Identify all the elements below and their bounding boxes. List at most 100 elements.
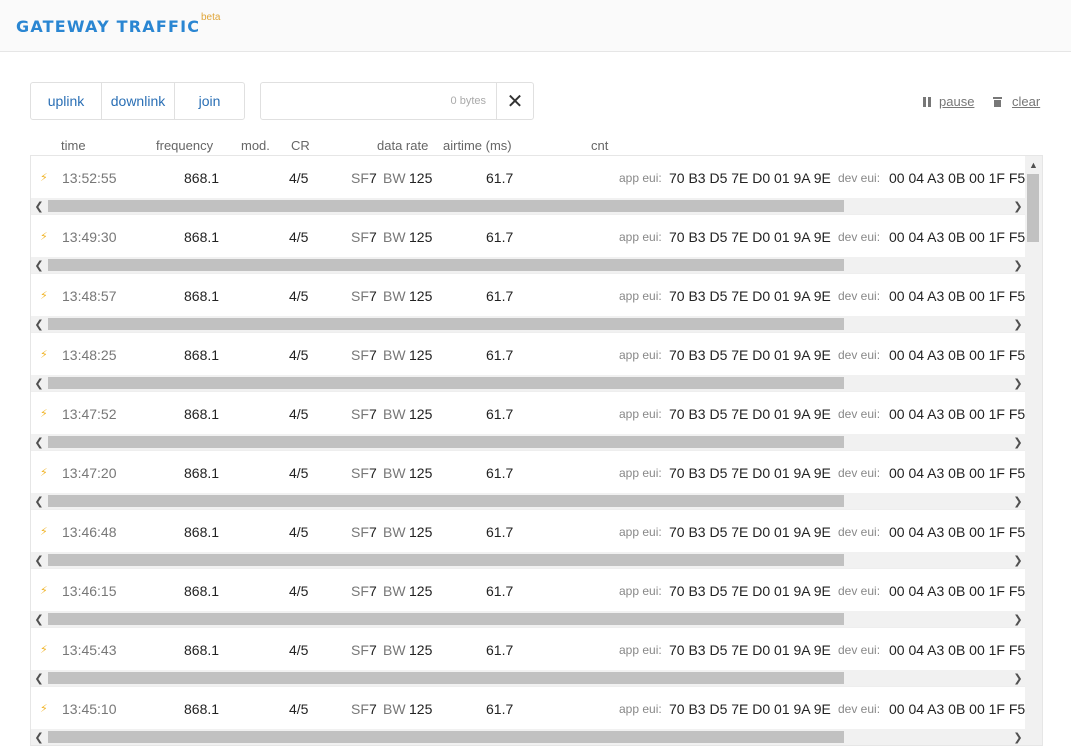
table-row[interactable]: ⚡ 13:48:25 868.1 4/5 SF 7 BW 125 61.7 ap… [31, 333, 1026, 392]
table-row[interactable]: ⚡ 13:45:43 868.1 4/5 SF 7 BW 125 61.7 ap… [31, 628, 1026, 687]
row-cr: 4/5 [289, 642, 309, 658]
horizontal-scroll-thumb[interactable] [48, 259, 844, 271]
row-dev-eui-label: dev eui: [838, 466, 881, 480]
scroll-left-icon[interactable]: ❮ [31, 198, 47, 214]
horizontal-scroll-thumb[interactable] [48, 495, 844, 507]
pause-icon [923, 96, 931, 107]
lightning-bolt-icon: ⚡ [40, 703, 48, 715]
scroll-right-icon[interactable]: ❯ [1010, 434, 1026, 450]
vertical-scroll-thumb[interactable] [1027, 174, 1039, 242]
row-sf-value: 7 [369, 170, 377, 186]
table-row[interactable]: ⚡ 13:47:52 868.1 4/5 SF 7 BW 125 61.7 ap… [31, 392, 1026, 451]
row-time: 13:47:20 [62, 465, 117, 481]
horizontal-scroll-thumb[interactable] [48, 672, 844, 684]
row-time: 13:45:43 [62, 642, 117, 658]
scroll-left-icon[interactable]: ❮ [31, 493, 47, 509]
horizontal-scrollbar[interactable]: ❮ ❯ [31, 611, 1026, 627]
row-airtime: 61.7 [486, 288, 514, 304]
row-bw-value: 125 [409, 465, 433, 481]
scroll-right-icon[interactable]: ❯ [1010, 375, 1026, 391]
row-sf-value: 7 [369, 524, 377, 540]
traffic-table: ⚡ 13:52:55 868.1 4/5 SF 7 BW 125 61.7 ap… [30, 155, 1043, 746]
close-icon[interactable]: ✕ [496, 83, 533, 119]
row-cr: 4/5 [289, 583, 309, 599]
row-dev-eui-label: dev eui: [838, 702, 881, 716]
traffic-rows: ⚡ 13:52:55 868.1 4/5 SF 7 BW 125 61.7 ap… [31, 156, 1026, 745]
row-bw-value: 125 [409, 170, 433, 186]
scroll-left-icon[interactable]: ❮ [31, 316, 47, 332]
row-bw-value: 125 [409, 229, 433, 245]
row-sf-label: SF [351, 229, 369, 245]
horizontal-scrollbar[interactable]: ❮ ❯ [31, 729, 1026, 745]
table-row[interactable]: ⚡ 13:52:55 868.1 4/5 SF 7 BW 125 61.7 ap… [31, 156, 1026, 215]
filter-join-button[interactable]: join [175, 83, 244, 119]
horizontal-scrollbar[interactable]: ❮ ❯ [31, 257, 1026, 273]
row-dev-eui-label: dev eui: [838, 171, 881, 185]
scroll-left-icon[interactable]: ❮ [31, 729, 47, 745]
table-row[interactable]: ⚡ 13:45:10 868.1 4/5 SF 7 BW 125 61.7 ap… [31, 687, 1026, 745]
table-row[interactable]: ⚡ 13:46:15 868.1 4/5 SF 7 BW 125 61.7 ap… [31, 569, 1026, 628]
row-cr: 4/5 [289, 170, 309, 186]
row-airtime: 61.7 [486, 465, 514, 481]
scroll-right-icon[interactable]: ❯ [1010, 611, 1026, 627]
row-dev-eui: 00 04 A3 0B 00 1F F5 [889, 288, 1026, 304]
pause-button[interactable]: pause [923, 94, 974, 109]
scroll-right-icon[interactable]: ❯ [1010, 198, 1026, 214]
scroll-left-icon[interactable]: ❮ [31, 257, 47, 273]
row-frequency: 868.1 [184, 170, 220, 186]
horizontal-scroll-thumb[interactable] [48, 554, 844, 566]
traffic-search-box[interactable]: 0 bytes ✕ [260, 82, 534, 120]
row-frequency: 868.1 [184, 465, 220, 481]
horizontal-scrollbar[interactable]: ❮ ❯ [31, 670, 1026, 686]
horizontal-scrollbar[interactable]: ❮ ❯ [31, 434, 1026, 450]
scroll-right-icon[interactable]: ❯ [1010, 670, 1026, 686]
column-header-data-rate: data rate [377, 138, 429, 153]
lightning-bolt-icon: ⚡ [40, 467, 48, 479]
trash-icon [993, 96, 1002, 107]
scroll-left-icon[interactable]: ❮ [31, 552, 47, 568]
row-sf-label: SF [351, 524, 369, 540]
row-content: ⚡ 13:45:10 868.1 4/5 SF 7 BW 125 61.7 ap… [31, 687, 1026, 729]
filter-downlink-button[interactable]: downlink [102, 83, 175, 119]
row-cr: 4/5 [289, 347, 309, 363]
scroll-right-icon[interactable]: ❯ [1010, 552, 1026, 568]
horizontal-scroll-thumb[interactable] [48, 318, 844, 330]
row-sf-label: SF [351, 701, 369, 717]
page-title: GATEWAY TRAFFIC [16, 17, 201, 36]
scroll-left-icon[interactable]: ❮ [31, 670, 47, 686]
lightning-bolt-icon: ⚡ [40, 585, 48, 597]
horizontal-scrollbar[interactable]: ❮ ❯ [31, 552, 1026, 568]
scroll-right-icon[interactable]: ❯ [1010, 316, 1026, 332]
table-row[interactable]: ⚡ 13:49:30 868.1 4/5 SF 7 BW 125 61.7 ap… [31, 215, 1026, 274]
horizontal-scrollbar[interactable]: ❮ ❯ [31, 316, 1026, 332]
row-dev-eui: 00 04 A3 0B 00 1F F5 [889, 170, 1026, 186]
vertical-scrollbar[interactable]: ▲ [1025, 156, 1042, 745]
row-sf-label: SF [351, 347, 369, 363]
row-sf-value: 7 [369, 406, 377, 422]
clear-button[interactable]: clear [993, 94, 1040, 109]
table-row[interactable]: ⚡ 13:48:57 868.1 4/5 SF 7 BW 125 61.7 ap… [31, 274, 1026, 333]
scroll-right-icon[interactable]: ❯ [1010, 493, 1026, 509]
row-airtime: 61.7 [486, 347, 514, 363]
scroll-left-icon[interactable]: ❮ [31, 375, 47, 391]
horizontal-scroll-thumb[interactable] [48, 200, 844, 212]
horizontal-scrollbar[interactable]: ❮ ❯ [31, 493, 1026, 509]
row-cr: 4/5 [289, 288, 309, 304]
scroll-left-icon[interactable]: ❮ [31, 434, 47, 450]
row-bw-label: BW [383, 583, 406, 599]
scroll-left-icon[interactable]: ❮ [31, 611, 47, 627]
horizontal-scroll-thumb[interactable] [48, 436, 844, 448]
table-row[interactable]: ⚡ 13:47:20 868.1 4/5 SF 7 BW 125 61.7 ap… [31, 451, 1026, 510]
scroll-right-icon[interactable]: ❯ [1010, 729, 1026, 745]
table-row[interactable]: ⚡ 13:46:48 868.1 4/5 SF 7 BW 125 61.7 ap… [31, 510, 1026, 569]
horizontal-scroll-thumb[interactable] [48, 377, 844, 389]
row-sf-label: SF [351, 465, 369, 481]
horizontal-scrollbar[interactable]: ❮ ❯ [31, 375, 1026, 391]
scroll-right-icon[interactable]: ❯ [1010, 257, 1026, 273]
horizontal-scroll-thumb[interactable] [48, 731, 844, 743]
horizontal-scroll-thumb[interactable] [48, 613, 844, 625]
filter-uplink-button[interactable]: uplink [31, 83, 102, 119]
horizontal-scrollbar[interactable]: ❮ ❯ [31, 198, 1026, 214]
column-header-mod: mod. [241, 138, 270, 153]
scroll-up-icon[interactable]: ▲ [1025, 156, 1042, 173]
